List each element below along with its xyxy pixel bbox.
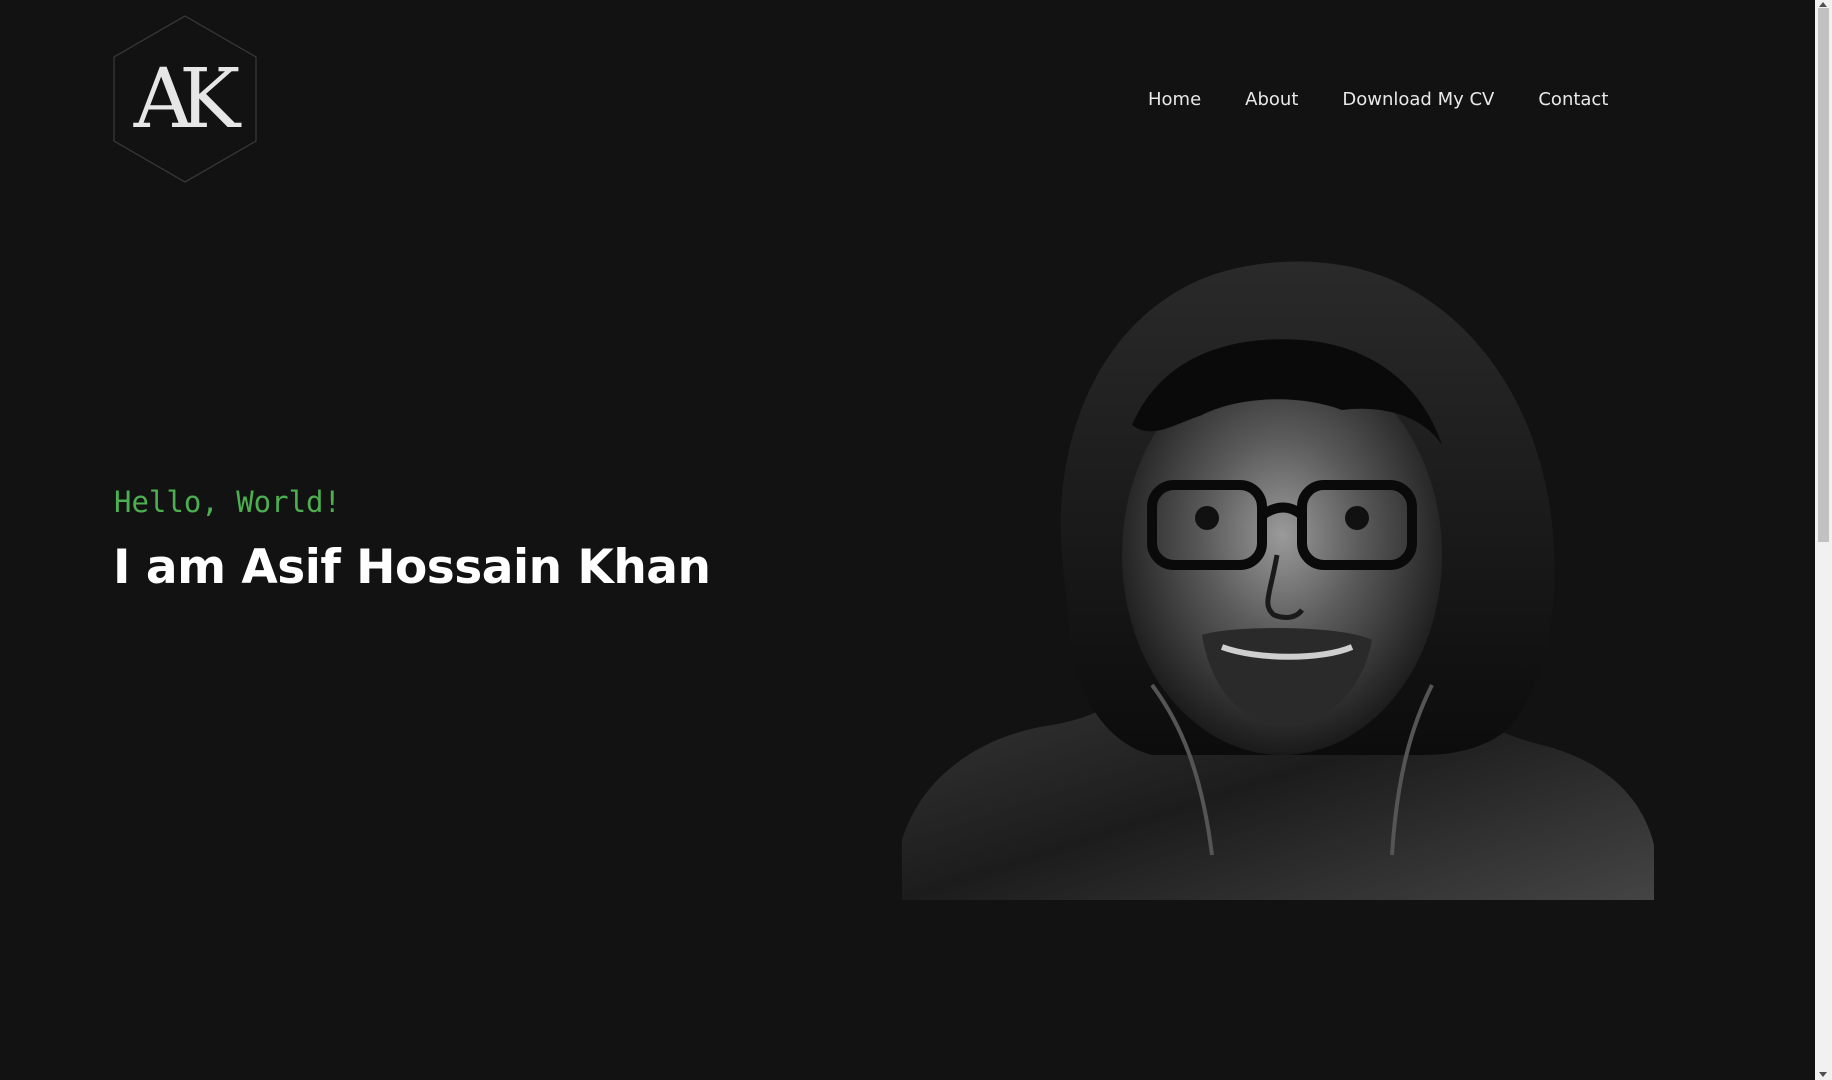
logo-monogram: AK	[133, 51, 240, 147]
portrait-image	[902, 255, 1654, 900]
nav-download-cv[interactable]: Download My CV	[1342, 84, 1494, 116]
scroll-down-arrow-icon[interactable]	[1819, 1072, 1827, 1077]
main-nav: Home About Download My CV Contact	[1148, 84, 1652, 116]
scrollbar-thumb[interactable]	[1818, 8, 1829, 542]
page: AK Home About Download My CV Contact Hel…	[0, 0, 1832, 1080]
nav-home[interactable]: Home	[1148, 84, 1201, 116]
page-scrollbar[interactable]	[1815, 0, 1832, 1080]
person-portrait-icon	[902, 261, 1654, 900]
nav-about[interactable]: About	[1245, 84, 1298, 116]
nav-contact[interactable]: Contact	[1538, 84, 1608, 116]
scroll-up-arrow-icon[interactable]	[1819, 2, 1827, 7]
hero-name: I am Asif Hossain Khan	[113, 540, 711, 595]
site-logo[interactable]: AK	[113, 15, 257, 183]
hero-greeting: Hello, World!	[114, 485, 341, 519]
